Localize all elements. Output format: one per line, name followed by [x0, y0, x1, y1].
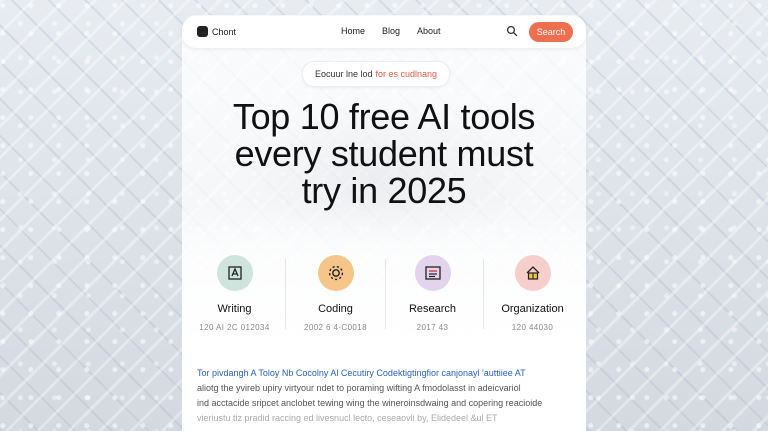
search-button[interactable]: Search [529, 22, 573, 42]
tagline-pill: Eocuur lne lod for es cudlnang [302, 61, 450, 87]
top-navbar: Chont Home Blog About Search [182, 16, 586, 48]
nav-link-home[interactable]: Home [341, 26, 365, 36]
article-line: aliotg the yvireb upiry virtyour ndet to… [197, 383, 521, 393]
feature-grid: Writing 120 AI 2C 012034 Coding 2002 6 4… [197, 255, 575, 335]
house-icon [514, 255, 551, 291]
divider [483, 259, 484, 329]
title-line: every student must [234, 133, 534, 174]
feature-label: Writing [217, 303, 252, 315]
document-icon [414, 255, 451, 291]
feature-research[interactable]: Research 2017 43 [395, 255, 470, 332]
page-title: Top 10 free AI tools every student must … [188, 98, 580, 209]
feature-label: Research [408, 303, 457, 315]
article-line: vieriustu tiz pradid raccing ed livesnuc… [197, 413, 498, 423]
feature-writing[interactable]: Writing 120 AI 2C 012034 [197, 255, 272, 332]
feature-sub: 2017 43 [416, 323, 449, 332]
title-line: try in 2025 [301, 170, 467, 211]
divider [285, 259, 286, 329]
feature-sub: 120 44030 [511, 323, 554, 332]
feature-label: Organization [501, 303, 564, 315]
gear-icon [317, 255, 354, 291]
nav-link-blog[interactable]: Blog [382, 26, 400, 36]
tagline-text: Eocuur lne lod [314, 69, 373, 79]
search-icon[interactable] [506, 25, 518, 37]
feature-organization[interactable]: Organization 120 44030 [495, 255, 570, 332]
article-lead[interactable]: Tor pivdangh A Toloy Nb Cocolny Al Cecut… [197, 368, 567, 378]
feature-coding[interactable]: Coding 2002 6 4-C0018 [298, 255, 373, 332]
tagline-highlight: for es cudlnang [375, 69, 438, 79]
feature-sub: 2002 6 4-C0018 [304, 323, 367, 332]
feature-sub: 120 AI 2C 012034 [199, 323, 270, 332]
brand-name: Chont [212, 26, 237, 37]
pen-frame-icon [216, 255, 253, 291]
divider [385, 259, 386, 329]
feature-label: Coding [318, 303, 353, 315]
article-line: ind acctacide sripcet anclobet tewing wi… [197, 398, 543, 408]
nav-link-about[interactable]: About [417, 26, 441, 36]
article-body: Tor pivdangh A Toloy Nb Cocolny Al Cecut… [197, 368, 567, 423]
brand-logo[interactable]: Chont [197, 26, 236, 37]
logo-icon [197, 26, 208, 37]
title-line: Top 10 free AI tools [232, 96, 536, 137]
